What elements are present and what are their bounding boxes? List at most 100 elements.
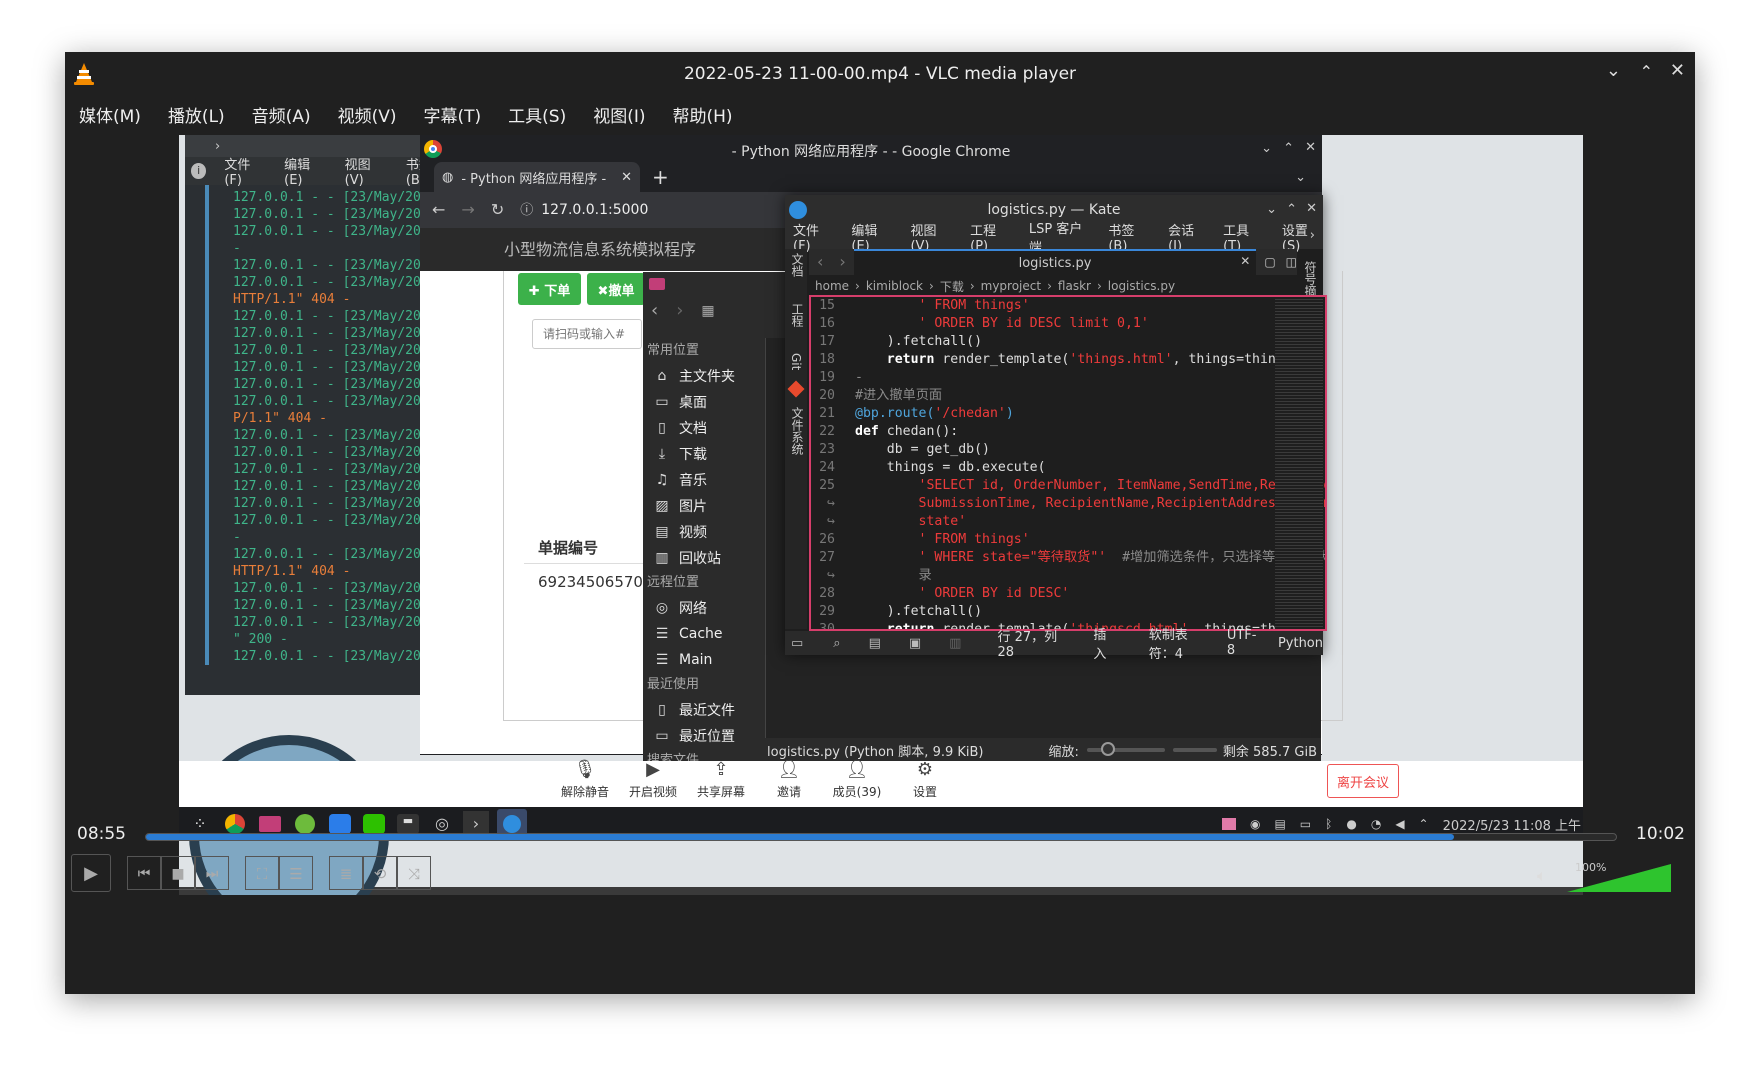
places-item[interactable]: ▭ 最近位置 (643, 723, 763, 749)
chrome-minimize-icon[interactable]: ⌄ (1261, 141, 1272, 156)
places-item[interactable]: ▯ 最近文件 (643, 697, 763, 723)
kate-sidebar-documents[interactable]: 文档 (789, 253, 806, 283)
places-item[interactable]: ▯ 文档 (643, 415, 763, 441)
breadcrumb-item[interactable]: flaskr (1058, 279, 1091, 293)
kate-output-icon[interactable]: ▤ (869, 637, 881, 650)
tray-clock[interactable]: 2022/5/23 11:08 上午 (1443, 815, 1581, 834)
stop-icon[interactable]: ■ (161, 856, 195, 890)
places-item[interactable]: ⤓ 下载 (643, 441, 763, 467)
url-bar[interactable]: 127.0.0.1:5000 (541, 202, 648, 218)
scan-input[interactable] (532, 319, 642, 349)
meeting-button[interactable]: 🎙︎ 解除静音 (551, 761, 619, 800)
seek-bar[interactable] (145, 833, 1617, 841)
kate-build-icon[interactable]: ▥ (949, 637, 961, 650)
term-menu-edit[interactable]: 编辑(E) (284, 154, 327, 188)
order-button[interactable]: ✚ 下单 (518, 273, 581, 305)
places-item[interactable]: ⌂ 主文件夹 (643, 363, 763, 389)
breadcrumb-item[interactable]: kimiblock (866, 279, 923, 293)
kate-new-doc-icon[interactable]: ▢ (1264, 256, 1275, 268)
meeting-button[interactable]: ⚙ 设置 (891, 761, 959, 800)
minimap[interactable] (1275, 297, 1323, 629)
kate-terminal-icon[interactable]: ▭ (791, 637, 803, 650)
tray-wifi-icon[interactable]: ◔ (1371, 818, 1381, 830)
fullscreen-icon[interactable]: ⛶ (245, 856, 279, 890)
menu-video[interactable]: 视频(V) (338, 102, 397, 127)
loop-icon[interactable]: ⟲ (363, 856, 397, 890)
tray-battery-icon[interactable]: ▭ (1300, 818, 1311, 830)
breadcrumb-item[interactable]: logistics.py (1108, 279, 1175, 293)
info-icon[interactable]: i (191, 163, 207, 179)
terminal-expand-icon[interactable]: › (215, 139, 220, 154)
kate-split-icon[interactable]: ◫ (1286, 256, 1297, 268)
menu-help[interactable]: 帮助(H) (673, 102, 733, 127)
taskbar-feishu-icon[interactable] (329, 814, 351, 834)
kate-tab[interactable]: logistics.py ✕ (853, 249, 1257, 275)
kate-maximize-icon[interactable]: ⌃ (1286, 202, 1297, 217)
fm-back-icon[interactable]: ‹ (651, 302, 658, 320)
fm-view-icon[interactable]: ▦ (701, 304, 714, 318)
cursor-position[interactable]: 行 27，列 28 (997, 626, 1063, 660)
tray-volume-icon[interactable]: ◀ (1395, 818, 1404, 830)
term-menu-view[interactable]: 视图(V) (345, 154, 388, 188)
equalizer-icon[interactable]: ☰ (279, 856, 313, 890)
prev-tab-icon[interactable]: ‹ (817, 254, 823, 270)
menu-media[interactable]: 媒体(M) (79, 102, 141, 127)
tray-expand-icon[interactable]: ⌃ (1419, 818, 1429, 830)
maximize-icon[interactable]: ⌃ (1640, 64, 1653, 80)
places-item[interactable]: ▨ 图片 (643, 493, 763, 519)
chrome-close-icon[interactable]: ✕ (1305, 140, 1316, 155)
kate-tab-close-icon[interactable]: ✕ (1240, 255, 1250, 267)
terminal-output[interactable]: 127.0.0.1 - - [23/May/2022 11 127.0.0.1 -… (205, 185, 460, 665)
taskbar-chrome-icon[interactable] (225, 814, 245, 834)
kate-sidebar-filesystem[interactable]: 文件系统 (789, 407, 806, 463)
tab-search-icon[interactable]: ⌄ (1295, 170, 1306, 185)
tray-clipboard-icon[interactable]: ▤ (1274, 818, 1285, 830)
places-item[interactable]: ▭ 桌面 (643, 389, 763, 415)
tray-bluetooth-icon[interactable]: ᛒ (1325, 818, 1332, 830)
language-mode[interactable]: Python (1278, 636, 1323, 651)
chrome-maximize-icon[interactable]: ⌃ (1283, 141, 1294, 156)
taskbar-obs-icon[interactable]: ◎ (431, 816, 453, 832)
taskbar-files-icon[interactable] (259, 816, 281, 832)
cancel-order-button[interactable]: ✖撤单 (587, 273, 645, 305)
tray-obs-icon[interactable]: ◉ (1250, 818, 1260, 830)
app-launcher-icon[interactable]: ⁘ (185, 816, 215, 832)
menu-tools[interactable]: 工具(S) (508, 102, 566, 127)
meeting-button[interactable]: ⇪ 共享屏幕 (687, 761, 755, 800)
video-area[interactable]: › i 文件(F) 编辑(E) 视图(V) 书签(B) 127.0.0.1 - … (179, 135, 1583, 895)
breadcrumb-item[interactable]: home (815, 279, 849, 293)
term-menu-file[interactable]: 文件(F) (224, 154, 266, 188)
kate-sidebar-projects[interactable]: 工程 (789, 303, 806, 333)
menu-view[interactable]: 视图(I) (593, 102, 645, 127)
fm-forward-icon[interactable]: › (676, 302, 683, 320)
close-icon[interactable]: ✕ (1670, 62, 1685, 80)
taskbar-downloader-icon[interactable] (295, 814, 315, 834)
leave-meeting-button[interactable]: 离开会议 (1327, 764, 1399, 798)
kate-sidebar-git[interactable]: Git (789, 353, 803, 377)
input-mode[interactable]: 插入 (1093, 624, 1114, 662)
places-item[interactable]: ☰ Cache (643, 621, 763, 647)
places-item[interactable]: ▤ 视频 (643, 519, 763, 545)
next-icon[interactable]: ⏭ (195, 856, 229, 890)
code-editor[interactable]: 15 ' FROM things' 16 ' ORDER BY id DESC l… (809, 295, 1327, 631)
meeting-button[interactable]: 👤︎ 邀请 (755, 761, 823, 800)
back-icon[interactable]: ← (432, 202, 445, 218)
tray-mic-icon[interactable]: ● (1346, 818, 1356, 830)
new-tab-icon[interactable]: + (652, 167, 669, 187)
menu-subtitle[interactable]: 字幕(T) (424, 102, 482, 127)
tray-files-icon[interactable] (1221, 818, 1236, 830)
kate-search-icon[interactable]: ⌕ (833, 637, 840, 650)
forward-icon[interactable]: → (461, 202, 474, 218)
site-info-icon[interactable]: ⓘ (520, 204, 533, 217)
places-item[interactable]: ▥ 回收站 (643, 545, 763, 571)
next-tab-icon[interactable]: › (839, 254, 845, 270)
places-item[interactable]: ◎ 网络 (643, 595, 763, 621)
taskbar-wechat-icon[interactable] (363, 814, 385, 834)
places-item[interactable]: ☰ Main (643, 647, 763, 673)
meeting-button[interactable]: 👤︎ 成员(39) (823, 761, 891, 800)
play-icon[interactable]: ▶ (71, 854, 111, 892)
kate-minimize-icon[interactable]: ⌄ (1266, 202, 1277, 217)
total-time[interactable]: 10:02 (1636, 824, 1685, 844)
menu-audio[interactable]: 音频(A) (252, 102, 311, 127)
minimize-icon[interactable]: ⌄ (1606, 62, 1621, 80)
